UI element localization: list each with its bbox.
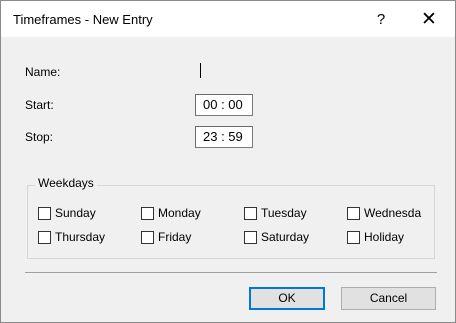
- checkbox-box[interactable]: [38, 230, 51, 244]
- checkbox-label: Monday: [158, 206, 201, 220]
- checkbox-label: Saturday: [261, 230, 310, 244]
- checkbox-holiday[interactable]: Holiday: [347, 229, 404, 245]
- help-button[interactable]: ?: [361, 7, 401, 33]
- text-caret: [200, 63, 201, 78]
- checkbox-label: Sunday: [55, 206, 96, 220]
- checkbox-thursday[interactable]: Thursday: [38, 229, 105, 245]
- cancel-button[interactable]: Cancel: [341, 287, 436, 310]
- stop-time-field[interactable]: 23 : 59: [195, 126, 253, 148]
- ok-button[interactable]: OK: [249, 287, 325, 310]
- start-time-field[interactable]: 00 : 00: [195, 94, 253, 116]
- checkbox-wednesday[interactable]: Wednesda: [347, 205, 421, 221]
- close-button[interactable]: ✕: [407, 7, 451, 33]
- checkbox-box[interactable]: [347, 230, 360, 244]
- checkbox-monday[interactable]: Monday: [141, 205, 201, 221]
- start-label: Start:: [25, 98, 54, 112]
- title-bar: Timeframes - New Entry ? ✕: [1, 1, 455, 37]
- checkbox-box[interactable]: [347, 206, 360, 220]
- checkbox-label: Thursday: [55, 230, 106, 244]
- checkbox-label: Wednesda: [364, 206, 422, 220]
- checkbox-label: Tuesday: [261, 206, 307, 220]
- checkbox-box[interactable]: [141, 230, 154, 244]
- checkbox-sunday[interactable]: Sunday: [38, 205, 96, 221]
- checkbox-box[interactable]: [141, 206, 154, 220]
- weekdays-group-title: Weekdays: [35, 176, 97, 190]
- weekdays-group: [27, 185, 435, 259]
- stop-label: Stop:: [25, 130, 54, 144]
- checkbox-box[interactable]: [38, 206, 51, 220]
- checkbox-label: Friday: [158, 230, 192, 244]
- checkbox-tuesday[interactable]: Tuesday: [244, 205, 307, 221]
- checkbox-friday[interactable]: Friday: [141, 229, 191, 245]
- timeframes-dialog: Timeframes - New Entry ? ✕ Name: Start: …: [0, 0, 456, 323]
- checkbox-label: Holiday: [364, 230, 405, 244]
- checkbox-box[interactable]: [244, 206, 257, 220]
- checkbox-box[interactable]: [244, 230, 257, 244]
- checkbox-saturday[interactable]: Saturday: [244, 229, 309, 245]
- name-label: Name:: [25, 65, 61, 79]
- footer-separator: [25, 272, 437, 273]
- window-title: Timeframes - New Entry: [13, 12, 153, 27]
